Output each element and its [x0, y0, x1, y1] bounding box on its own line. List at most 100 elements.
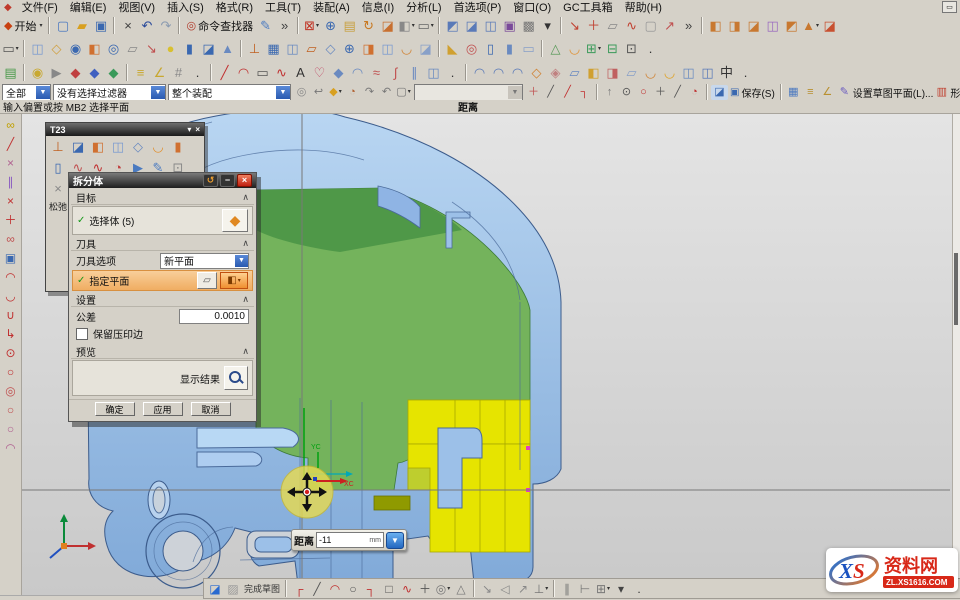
pattern2-icon[interactable]: ⊞▾	[594, 580, 612, 597]
datum-plane-icon[interactable]: ◫	[28, 39, 47, 58]
collapse-icon[interactable]: ∧	[242, 346, 249, 357]
law-curve-icon[interactable]: ∫	[386, 63, 405, 82]
heart-curve-icon[interactable]: ♡	[310, 63, 329, 82]
bars-icon[interactable]: ≡	[802, 85, 819, 100]
overflow-icon[interactable]: »	[275, 16, 294, 35]
cylinder-icon[interactable]: ▮	[180, 39, 199, 58]
hook3-icon[interactable]: ┐	[576, 85, 593, 100]
show-result-button[interactable]	[224, 366, 248, 390]
mid-point-icon[interactable]: ⊙	[618, 85, 635, 100]
tolerance-input[interactable]: 0.0010	[179, 309, 249, 324]
curvature-icon[interactable]: ↘	[565, 16, 584, 35]
sweep-icon[interactable]: ↘	[142, 39, 161, 58]
profile-icon[interactable]: ┌	[290, 580, 308, 597]
p-cross-icon[interactable]: ×	[48, 179, 68, 198]
fit-view-icon[interactable]: ⊠▾	[302, 16, 321, 35]
finish-sketch-label[interactable]: 完成草图	[242, 582, 282, 595]
red-book-icon[interactable]: ▥	[933, 85, 950, 100]
constraint-icon[interactable]: ⊥▾	[532, 580, 550, 597]
p-block-icon[interactable]: ◪	[68, 137, 88, 156]
snap-red-icon[interactable]: ◆	[66, 63, 85, 82]
snapshot-icon[interactable]: ▱	[603, 16, 622, 35]
dialog-reset-button[interactable]: ↺	[203, 174, 218, 187]
rectangle-icon[interactable]: ▭	[253, 63, 272, 82]
intersect-icon[interactable]: ⊡	[622, 39, 641, 58]
rotate-icon[interactable]: ↻	[359, 16, 378, 35]
layers-icon[interactable]: ≡	[131, 63, 150, 82]
right-scrollbar[interactable]	[952, 113, 960, 595]
more-display-icon[interactable]: ▾	[538, 16, 557, 35]
menu-insert[interactable]: 插入(S)	[161, 0, 210, 15]
wireframe-icon[interactable]: ◫	[481, 16, 500, 35]
shaded-edges-icon[interactable]: ◩	[443, 16, 462, 35]
menu-analysis[interactable]: 分析(L)	[400, 0, 447, 15]
silhouette-flange-icon[interactable]: ◡	[660, 63, 679, 82]
tube-icon[interactable]: ▯	[481, 39, 500, 58]
subtract-icon[interactable]: ⊟	[603, 39, 622, 58]
menu-view[interactable]: 视图(V)	[112, 0, 161, 15]
cross-icon[interactable]: ×	[2, 191, 20, 210]
circle-b-icon[interactable]: ○	[2, 362, 20, 381]
section-curve-icon[interactable]: ＋	[584, 16, 603, 35]
lasso-icon[interactable]: ▢▾	[395, 85, 412, 100]
collapse-icon[interactable]: ∧	[242, 294, 249, 305]
fillet-icon[interactable]: ┐	[362, 580, 380, 597]
intersection-icon[interactable]: ＋	[652, 85, 669, 100]
chevron-down-icon[interactable]: ▼	[235, 255, 248, 267]
snap-settings-icon[interactable]: ◆▾	[327, 85, 344, 100]
measure-icon[interactable]: ∠	[150, 63, 169, 82]
menu-preferences[interactable]: 首选项(P)	[448, 0, 508, 15]
dot5-icon[interactable]: .	[630, 580, 648, 597]
collapse-icon[interactable]: ∧	[242, 238, 249, 249]
surface-icon[interactable]: ◠	[348, 63, 367, 82]
chevron-down-icon[interactable]: ▼	[36, 86, 50, 99]
menu-file[interactable]: 文件(F)	[16, 0, 64, 15]
u-curve-icon[interactable]: ∪	[2, 305, 20, 324]
mirror-curve-icon[interactable]: ◁	[496, 580, 514, 597]
start-menu-button[interactable]: ◆开始▾	[1, 18, 45, 34]
rectangle-b-icon[interactable]: □	[380, 580, 398, 597]
spline-edit-icon[interactable]: ∿	[622, 16, 641, 35]
extrude-icon[interactable]: ◧	[85, 39, 104, 58]
apply-button[interactable]: 应用	[143, 402, 183, 416]
intersect-pt-icon[interactable]: ↗	[514, 580, 532, 597]
quadrant-icon[interactable]: ◔	[686, 85, 703, 100]
new-file-icon[interactable]: ▢	[53, 16, 72, 35]
menu-information[interactable]: 信息(I)	[356, 0, 400, 15]
through-mesh-icon[interactable]: 中	[717, 63, 736, 82]
p-blend-icon[interactable]: ◇	[128, 137, 148, 156]
reverse-icon[interactable]: ↩	[310, 85, 327, 100]
cancel-button[interactable]: 取消	[191, 402, 231, 416]
p-mirror-icon[interactable]: ◫	[108, 137, 128, 156]
palette-close-button[interactable]: ×	[195, 125, 200, 134]
conic-icon[interactable]: ◠	[2, 438, 20, 457]
cursor-icon[interactable]: ▶	[47, 63, 66, 82]
angle-icon[interactable]: ∠	[819, 85, 836, 100]
undo-icon[interactable]: ↶	[137, 16, 156, 35]
section-preview[interactable]: 预览 ∧	[71, 344, 254, 359]
snap-green-icon[interactable]: ◆	[104, 63, 123, 82]
shaded-icon[interactable]: ◪	[462, 16, 481, 35]
edge-blend-icon[interactable]: ◡	[565, 39, 584, 58]
trim-sk-icon[interactable]: ×	[2, 153, 20, 172]
hole-icon[interactable]: ◉	[66, 39, 85, 58]
circle-a-icon[interactable]: ⊙	[2, 343, 20, 362]
ruled-icon[interactable]: ◫	[679, 63, 698, 82]
p-extrude-icon[interactable]: ◧	[88, 137, 108, 156]
set-sketch-plane-button[interactable]: 设置草图平面(L)...	[853, 85, 934, 100]
swept2-icon[interactable]: ◠	[489, 63, 508, 82]
part-navigator-icon[interactable]: ▤	[1, 63, 20, 82]
dims2-icon[interactable]: ⊢	[576, 580, 594, 597]
pen-icon[interactable]: ✎	[256, 16, 275, 35]
dialog-title-bar[interactable]: 拆分体 ↺ − ×	[69, 173, 256, 188]
studio-surface-icon[interactable]: ▱	[565, 63, 584, 82]
plane-dialog-button[interactable]: ▱	[197, 272, 217, 289]
sew-icon[interactable]: ◇	[527, 63, 546, 82]
draft-icon[interactable]: △	[546, 39, 565, 58]
ok-button[interactable]: 确定	[95, 402, 135, 416]
section-settings[interactable]: 设置 ∧	[71, 292, 254, 307]
dot3-icon[interactable]: .	[443, 63, 462, 82]
zoom-icon[interactable]: ⊕	[321, 16, 340, 35]
section-tool[interactable]: 刀具 ∧	[71, 236, 254, 251]
sheet-body-icon[interactable]: ◫	[378, 39, 397, 58]
